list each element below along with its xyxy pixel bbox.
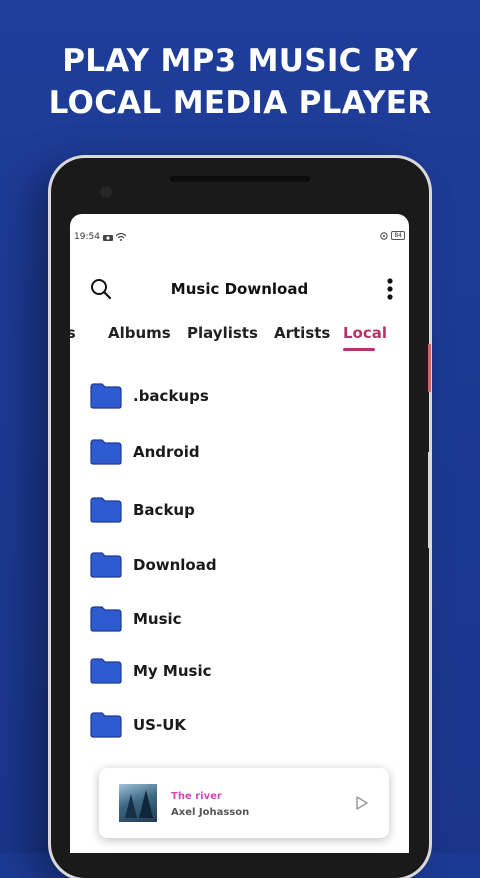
wifi-icon: [115, 233, 126, 241]
folder-icon: [90, 658, 122, 684]
folder-icon: [90, 606, 122, 632]
tab-albums[interactable]: Albums: [108, 324, 171, 342]
folder-item[interactable]: US-UK: [90, 710, 186, 740]
battery-indicator: 84: [391, 231, 405, 240]
camera-status-icon: [102, 234, 113, 241]
mini-player[interactable]: The river Axel Johasson: [99, 768, 389, 838]
folder-item[interactable]: Backup: [90, 495, 195, 525]
folder-icon: [90, 552, 122, 578]
folder-item[interactable]: My Music: [90, 656, 212, 686]
folder-icon: [90, 383, 122, 409]
folder-name: US-UK: [133, 716, 187, 734]
tab-local[interactable]: Local: [343, 324, 387, 342]
folder-item[interactable]: .backups: [90, 381, 209, 411]
folder-item[interactable]: Music: [90, 604, 182, 634]
headline-line-2: LOCAL MEDIA PLAYER: [48, 85, 432, 121]
track-artist: Axel Johasson: [171, 807, 250, 818]
alarm-icon: [380, 231, 389, 240]
folder-name: My Music: [133, 662, 212, 680]
folder-item[interactable]: Download: [90, 550, 217, 580]
folder-name: Backup: [133, 501, 195, 519]
camera-icon: [100, 186, 112, 198]
folder-icon: [90, 497, 122, 523]
status-bar-right: 84: [380, 231, 405, 240]
folder-icon: [90, 439, 122, 465]
headline-line-1: PLAY MP3 MUSIC BY: [62, 43, 418, 79]
more-vertical-icon[interactable]: [386, 277, 394, 301]
tab-artists[interactable]: Artists: [274, 324, 330, 342]
status-bar-left: 19:54: [74, 232, 126, 242]
folder-name: Music: [133, 610, 182, 628]
tab-playlists[interactable]: Playlists: [187, 324, 258, 342]
tab-songs[interactable]: gs: [70, 324, 76, 342]
status-time: 19:54: [74, 232, 100, 242]
folder-name: .backups: [133, 387, 209, 405]
volume-button: [428, 452, 431, 548]
power-button: [428, 344, 431, 392]
speaker-grille: [170, 176, 310, 182]
promo-headline: PLAY MP3 MUSIC BY LOCAL MEDIA PLAYER: [0, 40, 480, 124]
folder-name: Android: [133, 443, 200, 461]
folder-name: Download: [133, 556, 217, 574]
app-screen: 19:54 84 Music Download gs Albums Playli…: [70, 214, 409, 853]
app-title: Music Download: [170, 280, 309, 298]
track-title: The river: [171, 791, 222, 802]
active-tab-indicator: [343, 348, 375, 351]
folder-icon: [90, 712, 122, 738]
play-icon[interactable]: [355, 796, 369, 810]
folder-item[interactable]: Android: [90, 437, 200, 467]
album-art: [119, 784, 157, 822]
